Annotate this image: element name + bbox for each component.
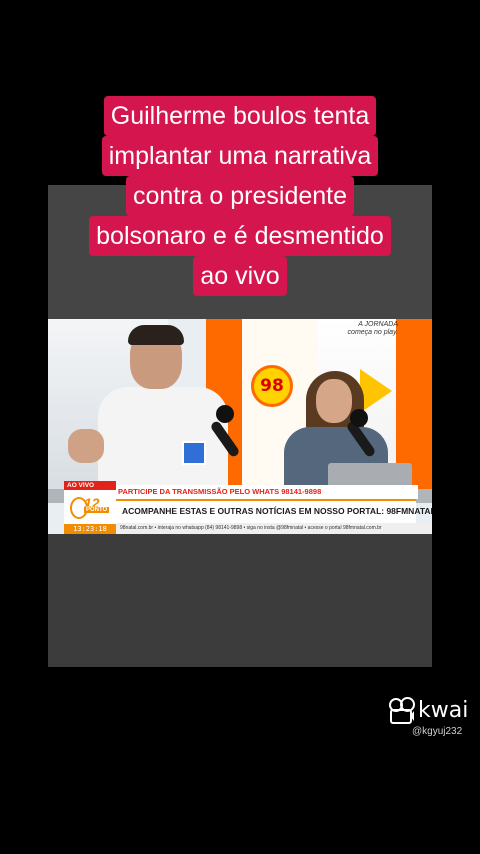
ticker-main-text: ACOMPANHE ESTAS E OUTRAS NOTÍCIAS EM NOS… — [122, 506, 432, 516]
caption-line: bolsonaro e é desmentido — [89, 216, 391, 256]
caption-line: ao vivo — [193, 256, 287, 296]
ticker-top-bar: PARTICIPE DA TRANSMISSÃO PELO WHATS 9814… — [64, 485, 418, 499]
kwai-logo-icon — [388, 697, 415, 724]
microphone-head — [216, 405, 234, 423]
host-face — [316, 379, 352, 423]
video-lower-area — [48, 530, 432, 667]
microphone-head — [350, 409, 368, 427]
broadcast-clock: 13:23:18 — [64, 524, 116, 534]
studio-tagline: A JORNADA começa no play. — [347, 321, 398, 336]
caption-line: implantar uma narrativa — [101, 136, 379, 176]
program-logo-name: PONTO — [84, 507, 110, 513]
live-box: AO VIVO 12 PONTO 13:23:18 — [64, 481, 116, 534]
program-logo: 12 PONTO — [70, 495, 110, 519]
caption-line: contra o presidente — [125, 176, 355, 216]
guest-hand — [68, 429, 104, 463]
ticker-top-text: PARTICIPE DA TRANSMISSÃO PELO WHATS 9814… — [118, 487, 322, 496]
kwai-brand-text: kwai — [418, 697, 469, 723]
caption-line: Guilherme boulos tenta — [103, 96, 377, 136]
creator-handle[interactable]: @kgyuj232 — [412, 726, 462, 737]
ticker-bottom-text: 98natal.com.br • interaja no whatsapp (8… — [120, 525, 382, 531]
studio-video: 98 A JORNADA começa no play. PARTICIPE D… — [48, 319, 432, 534]
live-label: AO VIVO — [64, 481, 116, 490]
ticker-main-bar: ACOMPANHE ESTAS E OUTRAS NOTÍCIAS EM NOS… — [116, 499, 432, 523]
station-logo: 98 — [251, 365, 293, 407]
kwai-watermark: kwai — [388, 694, 468, 726]
guest-hair — [128, 325, 184, 345]
shirt-badge — [182, 441, 206, 465]
ticker-bottom-bar: 98natal.com.br • interaja no whatsapp (8… — [116, 523, 432, 534]
play-logo-icon — [360, 369, 392, 413]
caption-overlay: Guilherme boulos tenta implantar uma nar… — [40, 96, 440, 296]
